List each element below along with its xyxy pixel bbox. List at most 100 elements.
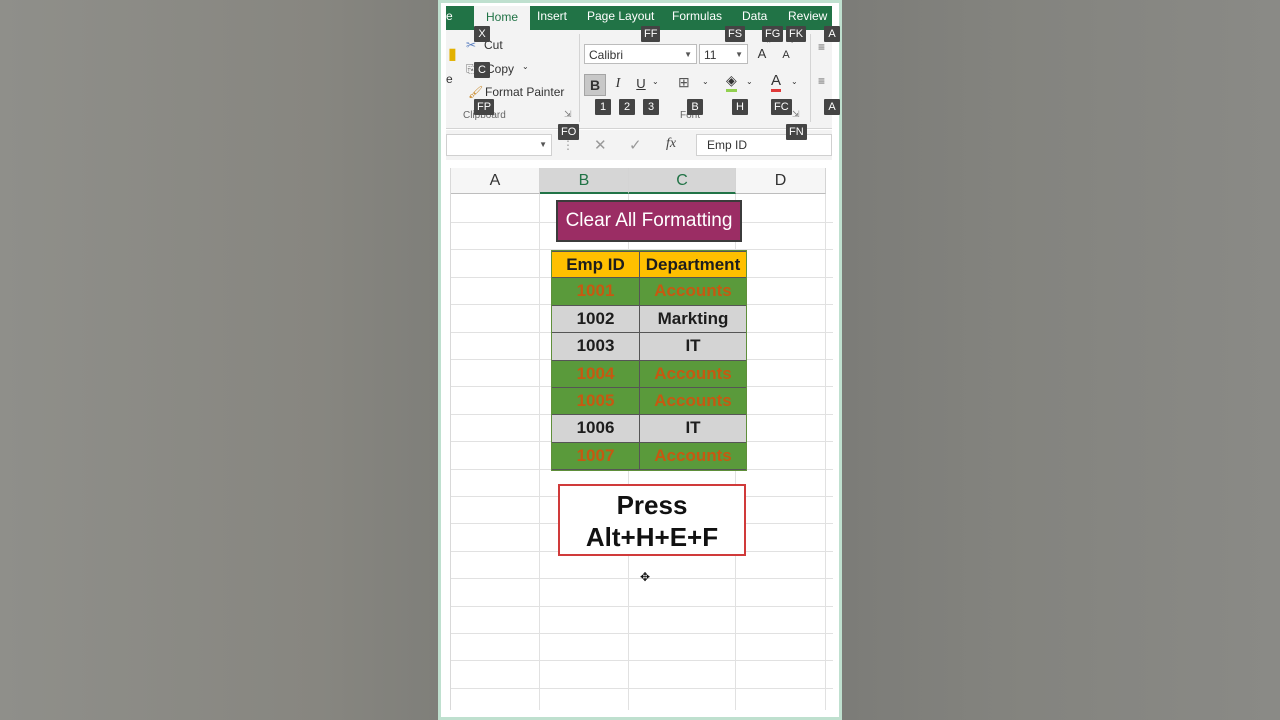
format-painter-button[interactable]: Format Painter bbox=[485, 85, 564, 99]
font-color-dropdown-icon[interactable]: ⌄ bbox=[791, 77, 798, 86]
table-row: 1006 IT bbox=[552, 415, 746, 443]
instruction-line-1: Press bbox=[616, 490, 688, 520]
copy-dropdown-icon[interactable]: ⌄ bbox=[522, 62, 529, 71]
font-size-dropdown[interactable]: 11 ▼ bbox=[699, 44, 748, 64]
cell-department[interactable]: Markting bbox=[640, 305, 746, 334]
keytip-cut: X bbox=[474, 26, 490, 42]
borders-dropdown-icon[interactable]: ⌄ bbox=[702, 77, 709, 86]
worksheet-grid[interactable]: A B C D Clear All Formatting Emp ID Depa… bbox=[450, 168, 833, 710]
cell-department[interactable]: Accounts bbox=[640, 387, 746, 416]
paste-icon[interactable]: ▮ bbox=[448, 44, 457, 64]
table-row: 1005 Accounts bbox=[552, 387, 746, 416]
underline-dropdown-icon[interactable]: ⌄ bbox=[652, 77, 659, 86]
column-header-a[interactable]: A bbox=[451, 168, 540, 194]
cell-department[interactable]: Accounts bbox=[640, 278, 746, 306]
instruction-line-2: Alt+H+E+F bbox=[585, 522, 719, 552]
tab-data[interactable]: Data bbox=[742, 9, 767, 23]
keytip-font-launcher: FN bbox=[786, 124, 807, 140]
column-header-b[interactable]: B bbox=[540, 168, 629, 194]
mouse-cursor-icon: ✥ bbox=[640, 570, 651, 584]
table-row: 1002 Markting bbox=[552, 305, 746, 334]
chevron-down-icon: ▼ bbox=[684, 50, 692, 59]
keytip-format-painter: FP bbox=[474, 99, 495, 115]
tab-file[interactable]: e bbox=[446, 9, 453, 23]
table-row: 1007 Accounts bbox=[552, 442, 746, 471]
tab-page-layout[interactable]: Page Layout bbox=[587, 9, 654, 23]
tab-review[interactable]: Review bbox=[788, 9, 827, 23]
cell-emp-id[interactable]: 1005 bbox=[552, 387, 640, 416]
ribbon-separator bbox=[579, 34, 580, 122]
borders-icon[interactable]: ⊞ bbox=[678, 74, 690, 91]
cell-department[interactable]: Accounts bbox=[640, 360, 746, 388]
keytip-clipboard-launcher: FO bbox=[558, 124, 580, 140]
format-painter-icon: 🖌 bbox=[468, 85, 484, 99]
header-emp-id[interactable]: Emp ID bbox=[552, 251, 640, 279]
column-header-c[interactable]: C bbox=[629, 168, 736, 194]
underline-button[interactable]: U bbox=[631, 74, 651, 94]
table-header-row: Emp ID Department bbox=[552, 251, 746, 279]
keytip-font-name: FF bbox=[641, 26, 661, 42]
fill-dropdown-icon[interactable]: ⌄ bbox=[746, 77, 753, 86]
font-name-dropdown[interactable]: Calibri ▼ bbox=[584, 44, 697, 64]
insert-function-icon[interactable]: fx bbox=[666, 136, 676, 152]
chevron-down-icon[interactable]: ▼ bbox=[539, 135, 547, 155]
keytip-borders: B bbox=[687, 99, 703, 115]
gridline bbox=[451, 687, 833, 689]
keytip-align: A bbox=[824, 26, 840, 42]
name-box[interactable]: ▼ bbox=[446, 134, 552, 156]
formula-bar: ▼ ⋮ ✕ ✓ fx Emp ID bbox=[446, 130, 832, 160]
header-department[interactable]: Department bbox=[640, 251, 746, 279]
cell-emp-id[interactable]: 1001 bbox=[552, 278, 640, 306]
cell-emp-id[interactable]: 1002 bbox=[552, 305, 640, 334]
ribbon-separator bbox=[810, 34, 811, 122]
clipboard-launcher-icon[interactable]: ⇲ bbox=[564, 109, 572, 120]
font-size-value: 11 bbox=[704, 48, 717, 62]
chevron-down-icon: ▼ bbox=[735, 50, 743, 59]
formula-input[interactable]: Emp ID bbox=[696, 134, 832, 156]
cell-emp-id[interactable]: 1006 bbox=[552, 415, 640, 443]
keytip-fill-color: H bbox=[732, 99, 748, 115]
gridline bbox=[451, 660, 833, 662]
shortcut-instruction-box: Press Alt+H+E+F bbox=[558, 484, 746, 556]
cancel-icon[interactable]: ✕ bbox=[594, 136, 607, 154]
paste-label[interactable]: e bbox=[446, 72, 453, 86]
keytip-grow-font: FG bbox=[762, 26, 784, 42]
tab-formulas[interactable]: Formulas bbox=[672, 9, 722, 23]
cell-emp-id[interactable]: 1007 bbox=[552, 442, 640, 471]
column-header-d[interactable]: D bbox=[736, 168, 826, 194]
cell-emp-id[interactable]: 1003 bbox=[552, 333, 640, 361]
fill-color-icon[interactable]: ◈ bbox=[726, 72, 737, 92]
font-launcher-icon[interactable]: ⇲ bbox=[792, 109, 800, 120]
formula-content: Emp ID bbox=[707, 138, 748, 152]
gridline bbox=[451, 605, 833, 607]
align-left-icon[interactable]: ≡ bbox=[818, 74, 825, 88]
cell-emp-id[interactable]: 1004 bbox=[552, 360, 640, 388]
table-row: 1003 IT bbox=[552, 333, 746, 361]
align-top-icon[interactable]: ≡ bbox=[818, 40, 825, 54]
bold-button[interactable]: B bbox=[584, 74, 606, 96]
keytip-font-color: FC bbox=[771, 99, 792, 115]
keytip-italic: 2 bbox=[619, 99, 635, 115]
tab-insert[interactable]: Insert bbox=[537, 9, 567, 23]
table-row: 1001 Accounts bbox=[552, 278, 746, 306]
copy-button[interactable]: Copy bbox=[486, 62, 514, 76]
more-icon: ⋮ bbox=[562, 138, 574, 152]
keytip-align-2: A bbox=[824, 99, 840, 115]
cell-department[interactable]: Accounts bbox=[640, 442, 746, 471]
employee-table[interactable]: Emp ID Department 1001 Accounts 1002 Markt… bbox=[551, 250, 747, 472]
italic-button[interactable]: I bbox=[608, 74, 628, 94]
font-name-value: Calibri bbox=[589, 48, 624, 62]
table-row: 1004 Accounts bbox=[552, 360, 746, 388]
enter-icon[interactable]: ✓ bbox=[629, 136, 642, 154]
excel-window: e Home Insert Page Layout Formulas Data … bbox=[438, 0, 842, 720]
font-color-button[interactable]: A bbox=[771, 72, 782, 92]
grow-font-button[interactable]: A bbox=[752, 44, 772, 64]
keytip-underline: 3 bbox=[643, 99, 659, 115]
keytip-font-size: FS bbox=[725, 26, 746, 42]
keytip-copy: C bbox=[474, 62, 490, 78]
keytip-shrink-font: FK bbox=[786, 26, 807, 42]
cell-department[interactable]: IT bbox=[640, 333, 746, 361]
gridline bbox=[451, 633, 833, 634]
cell-department[interactable]: IT bbox=[640, 415, 746, 443]
sheet-title-banner: Clear All Formatting bbox=[556, 200, 742, 242]
